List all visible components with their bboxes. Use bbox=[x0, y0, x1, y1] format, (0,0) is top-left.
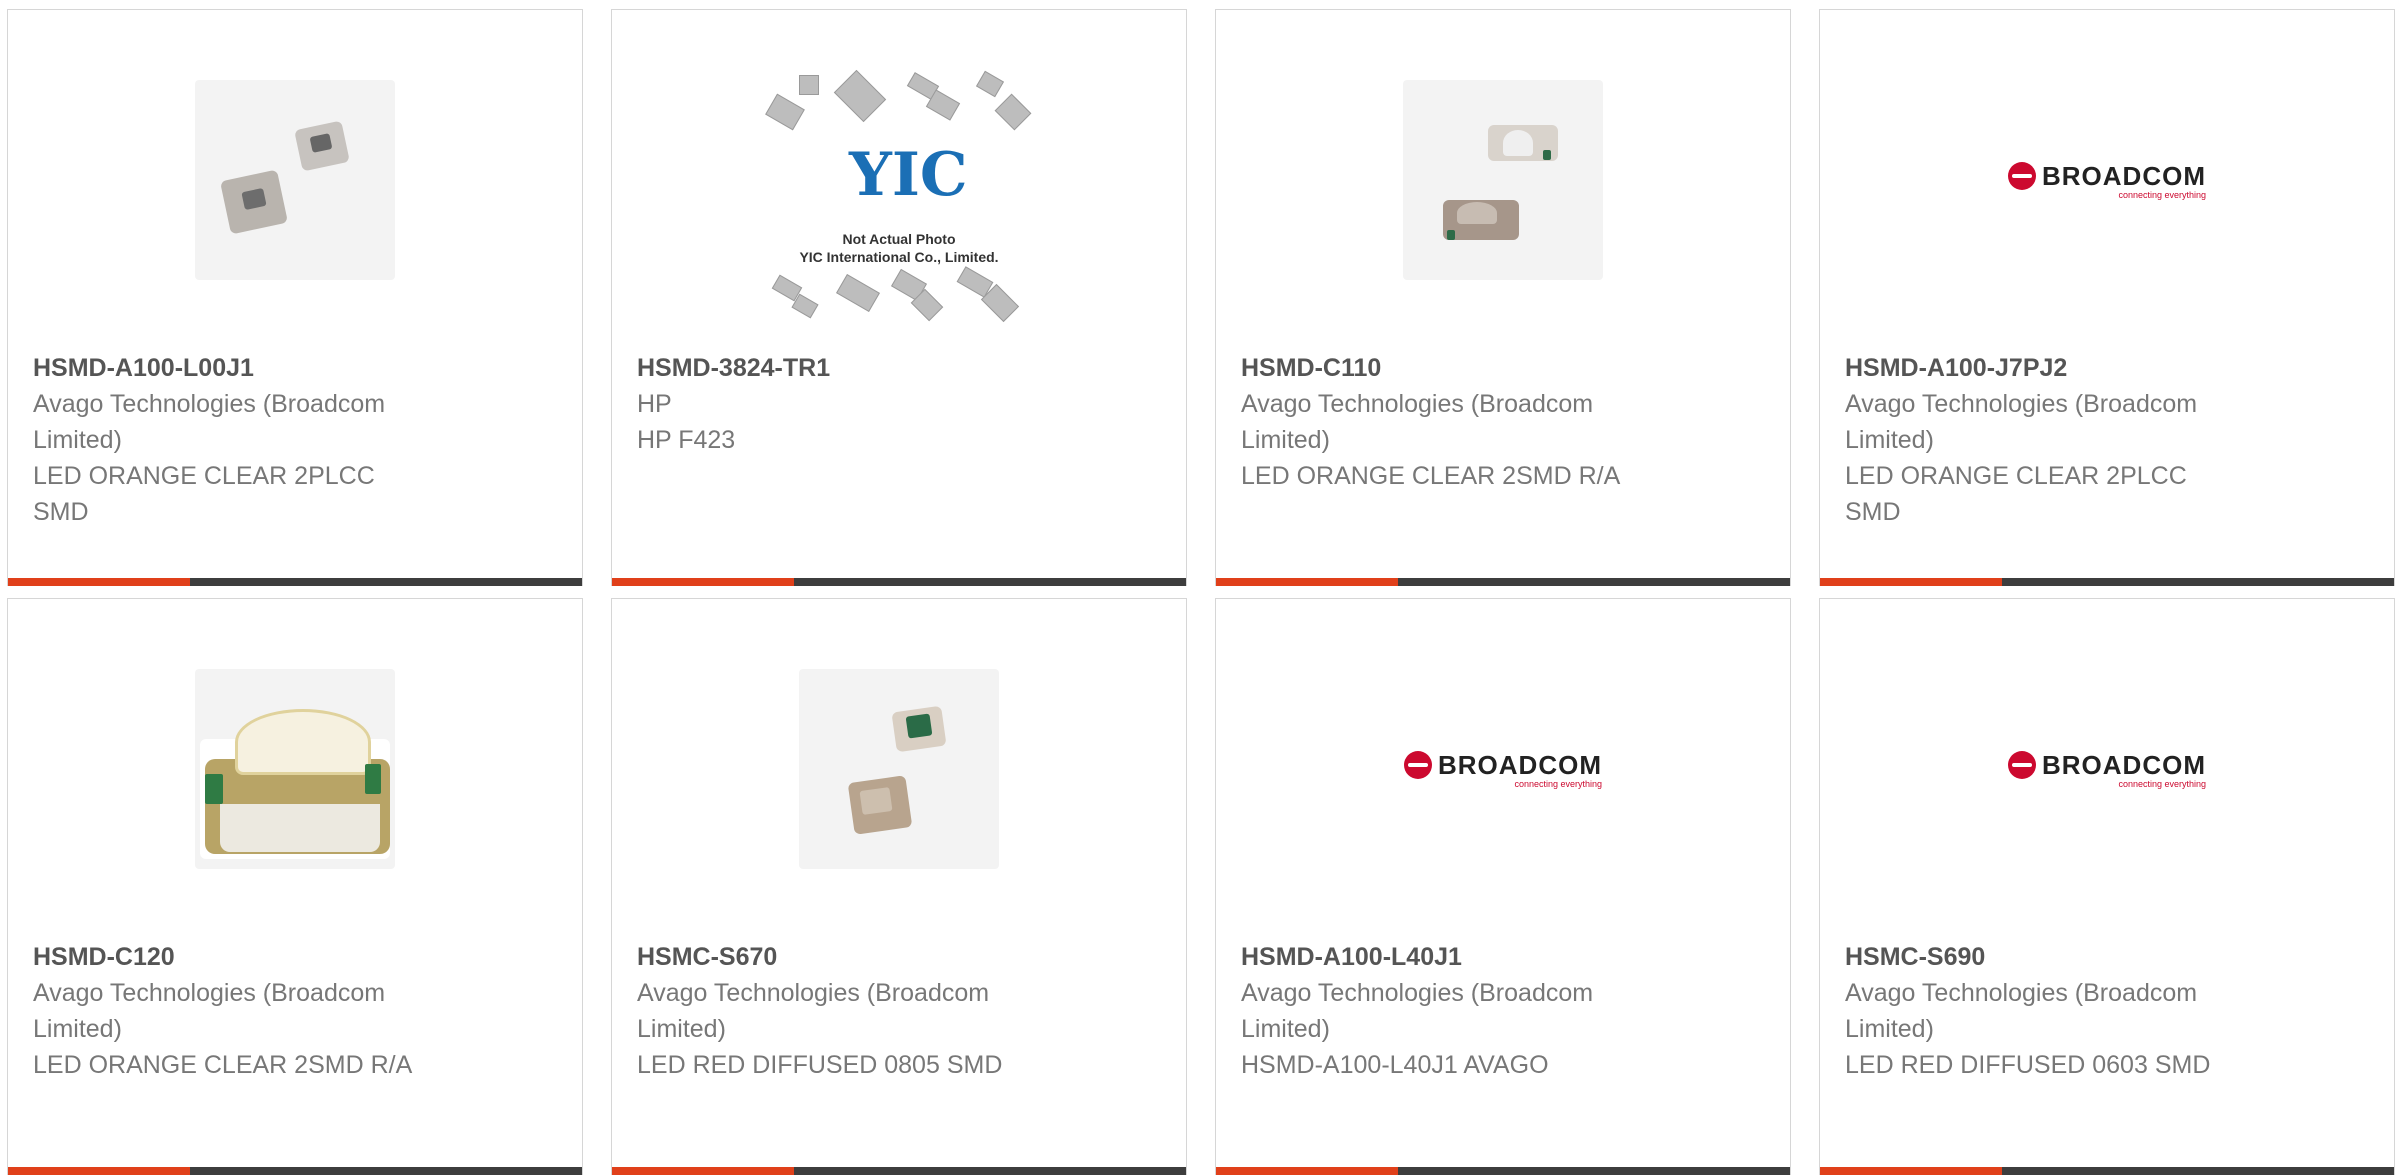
part-number[interactable]: HSMD-C110 bbox=[1241, 350, 1681, 386]
description-line-1: HSMD-A100-L40J1 AVAGO bbox=[1241, 1051, 1549, 1079]
product-card[interactable]: HSMD-C110 Avago Technologies (Broadcom L… bbox=[1215, 9, 1791, 586]
part-number[interactable]: HSMD-A100-L00J1 bbox=[33, 350, 473, 386]
description-line-1: LED RED DIFFUSED 0603 SMD bbox=[1845, 1051, 2211, 1079]
description-line-1: HP F423 bbox=[637, 426, 736, 454]
part-number[interactable]: HSMD-A100-L40J1 bbox=[1241, 939, 1681, 975]
product-image[interactable] bbox=[1403, 80, 1603, 280]
led-photo bbox=[195, 80, 395, 280]
manufacturer-line-1: Avago Technologies (Broadcom bbox=[1845, 390, 2198, 418]
part-number[interactable]: HSMC-S690 bbox=[1845, 939, 2285, 975]
manufacturer-line-1: Avago Technologies (Broadcom bbox=[1241, 979, 1594, 1007]
description-line-2: SMD bbox=[1845, 498, 1901, 526]
manufacturer-line-2: Limited) bbox=[1845, 1015, 1934, 1043]
broadcom-logo: BROADCOM connecting everything bbox=[2008, 161, 2206, 200]
manufacturer-line-1: Avago Technologies (Broadcom bbox=[1845, 979, 2198, 1007]
part-number[interactable]: HSMD-C120 bbox=[33, 939, 473, 975]
led-photo bbox=[1403, 80, 1603, 280]
broadcom-logo: BROADCOM connecting everything bbox=[1404, 750, 1602, 789]
manufacturer-line-1: Avago Technologies (Broadcom bbox=[33, 979, 386, 1007]
manufacturer-line-2: Limited) bbox=[33, 1015, 122, 1043]
manufacturer-line-2: Limited) bbox=[1845, 426, 1934, 454]
card-footer-bar bbox=[8, 578, 582, 586]
description-line-1: LED ORANGE CLEAR 2SMD R/A bbox=[33, 1051, 413, 1079]
product-image[interactable]: BROADCOM connecting everything bbox=[2007, 80, 2207, 280]
product-card[interactable]: HSMD-C120 Avago Technologies (Broadcom L… bbox=[7, 598, 583, 1175]
product-card[interactable]: BROADCOM connecting everything HSMD-A100… bbox=[1819, 9, 2395, 586]
description-line-1: LED ORANGE CLEAR 2PLCC bbox=[33, 462, 375, 490]
manufacturer-line-2: Limited) bbox=[1241, 426, 1330, 454]
manufacturer-line-2: Limited) bbox=[1241, 1015, 1330, 1043]
product-card[interactable]: HSMD-A100-L00J1 Avago Technologies (Broa… bbox=[7, 9, 583, 586]
broadcom-logo-icon bbox=[2008, 751, 2036, 779]
description-line-2: SMD bbox=[33, 498, 89, 526]
product-card[interactable]: HSMC-S670 Avago Technologies (Broadcom L… bbox=[611, 598, 1187, 1175]
product-image[interactable]: YIC Not Actual Photo YIC International C… bbox=[764, 69, 1034, 323]
manufacturer-line-1: Avago Technologies (Broadcom bbox=[637, 979, 990, 1007]
product-image[interactable] bbox=[195, 669, 395, 869]
yic-logo: YIC bbox=[849, 140, 968, 210]
broadcom-logo-icon bbox=[1404, 751, 1432, 779]
broadcom-logo: BROADCOM connecting everything bbox=[2008, 750, 2206, 789]
card-footer-bar bbox=[1216, 1167, 1790, 1175]
image-caption: Not Actual Photo YIC International Co., … bbox=[799, 231, 999, 265]
manufacturer-line-1: Avago Technologies (Broadcom bbox=[33, 390, 386, 418]
manufacturer-line-2: Limited) bbox=[637, 1015, 726, 1043]
product-image[interactable]: BROADCOM connecting everything bbox=[1403, 669, 1603, 869]
broadcom-logo-icon bbox=[2008, 162, 2036, 190]
card-footer-bar bbox=[1216, 578, 1790, 586]
card-footer-bar bbox=[1820, 578, 2394, 586]
product-card[interactable]: BROADCOM connecting everything HSMC-S690… bbox=[1819, 598, 2395, 1175]
part-number[interactable]: HSMD-A100-J7PJ2 bbox=[1845, 350, 2285, 386]
led-photo bbox=[799, 669, 999, 869]
manufacturer-line-2: Limited) bbox=[33, 426, 122, 454]
product-card[interactable]: YIC Not Actual Photo YIC International C… bbox=[611, 9, 1187, 586]
part-number[interactable]: HSMC-S670 bbox=[637, 939, 1077, 975]
product-image[interactable]: BROADCOM connecting everything bbox=[2007, 669, 2207, 869]
product-image[interactable] bbox=[799, 669, 999, 869]
manufacturer-line-1: Avago Technologies (Broadcom bbox=[1241, 390, 1594, 418]
card-footer-bar bbox=[612, 1167, 1186, 1175]
part-number[interactable]: HSMD-3824-TR1 bbox=[637, 350, 1077, 386]
description-line-1: LED ORANGE CLEAR 2SMD R/A bbox=[1241, 462, 1621, 490]
product-grid: HSMD-A100-L00J1 Avago Technologies (Broa… bbox=[0, 0, 2400, 1175]
product-card[interactable]: BROADCOM connecting everything HSMD-A100… bbox=[1215, 598, 1791, 1175]
card-footer-bar bbox=[8, 1167, 582, 1175]
description-line-1: LED ORANGE CLEAR 2PLCC bbox=[1845, 462, 2187, 490]
card-footer-bar bbox=[1820, 1167, 2394, 1175]
manufacturer-line-1: HP bbox=[637, 390, 672, 418]
yic-placeholder-image: YIC Not Actual Photo YIC International C… bbox=[764, 69, 1034, 323]
card-footer-bar bbox=[612, 578, 1186, 586]
product-image[interactable] bbox=[195, 80, 395, 280]
description-line-1: LED RED DIFFUSED 0805 SMD bbox=[637, 1051, 1003, 1079]
led-photo bbox=[195, 669, 395, 869]
